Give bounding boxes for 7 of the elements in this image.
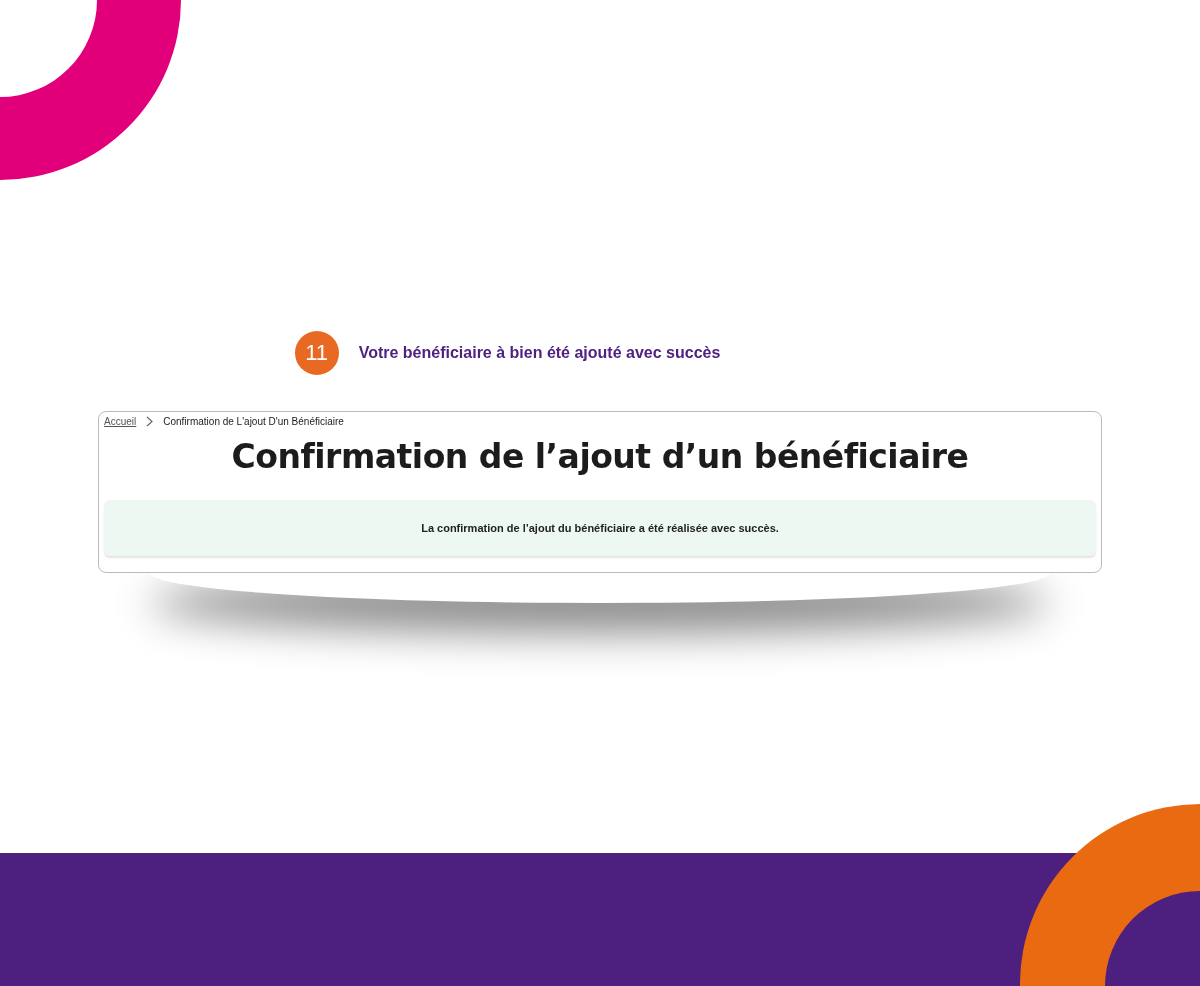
breadcrumb-link[interactable]: Accueil: [104, 416, 137, 427]
step-caption: Votre bénéficiaire à bien été ajouté avec succès: [358, 344, 721, 362]
step-number: 11: [294, 331, 339, 375]
breadcrumb-current: Confirmation de L'ajout D'un Bénéficiaire: [163, 416, 344, 427]
alert-message: La confirmation de l’ajout du bénéficiaire a été réalisée avec succès.: [421, 522, 779, 534]
chevron-icon: [146, 416, 154, 427]
page-title: Confirmation de l’ajout d’un bénéficiaire: [230, 437, 970, 476]
